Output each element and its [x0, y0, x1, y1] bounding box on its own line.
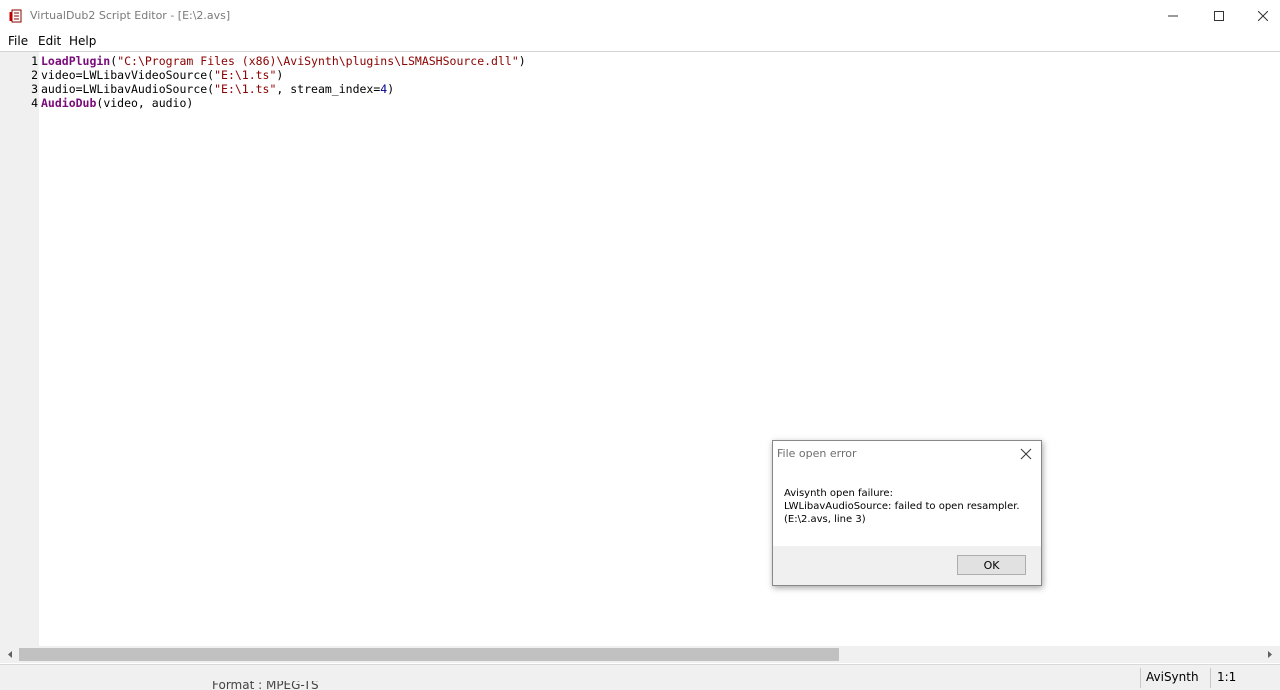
maximize-button[interactable] — [1196, 0, 1242, 32]
status-separator — [1140, 668, 1141, 688]
maximize-icon — [1214, 11, 1224, 21]
line-number: 1 — [31, 54, 38, 68]
close-window-button[interactable] — [1240, 0, 1280, 32]
dialog-close-icon[interactable] — [1019, 447, 1033, 461]
code-text: video=LWLibavVideoSource("E:\1.ts") — [41, 68, 283, 82]
code-token: (video, audio) — [96, 96, 194, 110]
code-token: AudioDub — [41, 96, 97, 110]
horizontal-scrollbar[interactable] — [0, 646, 1280, 663]
background-window-text: Format : MPEG-TS — [212, 681, 319, 689]
code-token: LoadPlugin — [41, 54, 111, 68]
dialog-message: Avisynth open failure: LWLibavAudioSourc… — [784, 487, 1020, 526]
dialog-message-line: Avisynth open failure: — [784, 488, 893, 499]
code-token: ) — [387, 82, 395, 96]
title-bar: VirtualDub2 Script Editor - [E:\2.avs] — [0, 0, 1280, 32]
menu-help[interactable]: Help — [69, 34, 96, 48]
script-editor-area[interactable]: 1 LoadPlugin("C:\Program Files (x86)\AviS… — [0, 52, 1280, 646]
line-number: 4 — [31, 96, 38, 110]
code-text: LoadPlugin("C:\Program Files (x86)\AviSy… — [41, 54, 526, 68]
scroll-right-icon[interactable] — [1264, 648, 1276, 661]
code-text: AudioDub(video, audio) — [41, 96, 193, 110]
code-token: "E:\1.ts" — [214, 68, 277, 82]
code-token: ) — [276, 68, 284, 82]
dialog-title: File open error — [777, 447, 857, 460]
code-token: , stream_index= — [276, 82, 381, 96]
dialog-footer: OK — [773, 546, 1041, 585]
code-text: audio=LWLibavAudioSource("E:\1.ts", stre… — [41, 82, 394, 96]
line-number-gutter — [0, 52, 39, 646]
status-bar: AviSynth 1:1 — [0, 664, 1280, 690]
dialog-message-line: (E:\2.avs, line 3) — [784, 514, 866, 525]
scroll-thumb[interactable] — [19, 648, 839, 661]
status-separator — [1210, 668, 1211, 688]
dialog-message-line: LWLibavAudioSource: failed to open resam… — [784, 501, 1020, 512]
file-open-error-dialog: File open error Avisynth open failure: L… — [772, 440, 1042, 586]
code-token: "E:\1.ts" — [214, 82, 277, 96]
script-editor-icon — [9, 9, 23, 23]
code-token: audio=LWLibavAudioSource( — [41, 82, 215, 96]
line-number: 2 — [31, 68, 38, 82]
close-icon — [1258, 11, 1268, 21]
line-number: 3 — [31, 82, 38, 96]
window-title: VirtualDub2 Script Editor - [E:\2.avs] — [30, 9, 231, 22]
menu-edit[interactable]: Edit — [38, 34, 61, 48]
code-token: video=LWLibavVideoSource( — [41, 68, 215, 82]
ok-button[interactable]: OK — [957, 555, 1026, 575]
minimize-icon — [1168, 15, 1178, 17]
status-language: AviSynth — [1146, 670, 1199, 684]
status-cursor-position: 1:1 — [1217, 670, 1237, 684]
minimize-button[interactable] — [1150, 0, 1196, 32]
menu-file[interactable]: File — [8, 34, 28, 48]
code-token: "C:\Program Files (x86)\AviSynth\plugins… — [117, 54, 519, 68]
scroll-left-icon[interactable] — [4, 648, 16, 661]
code-token: ) — [518, 54, 526, 68]
menu-bar: File Edit Help — [0, 32, 1280, 52]
